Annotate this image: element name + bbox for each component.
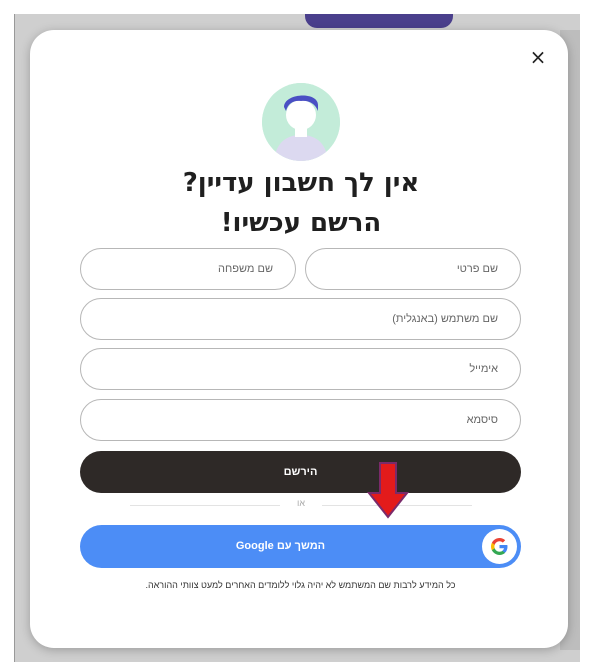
google-signin-button[interactable]: המשך עם Google xyxy=(80,525,521,568)
last-name-field[interactable] xyxy=(80,248,296,290)
first-name-field[interactable] xyxy=(305,248,521,290)
red-down-arrow-icon xyxy=(366,461,410,519)
or-label: או xyxy=(297,498,305,508)
divider-left xyxy=(130,505,280,506)
password-input[interactable] xyxy=(81,400,498,440)
privacy-note: כל המידע לרבות שם המשתמש לא יהיה גלוי לל… xyxy=(145,580,456,590)
password-field[interactable] xyxy=(80,399,521,441)
last-name-input[interactable] xyxy=(81,249,273,289)
username-input[interactable] xyxy=(81,299,498,339)
title-line-2: הרשם עכשיו! xyxy=(220,208,382,238)
email-input[interactable] xyxy=(81,349,498,389)
screen: × אין לך חשבון עדיין? הרשם עכשיו! הירשם … xyxy=(0,0,590,662)
username-field[interactable] xyxy=(80,298,521,340)
title-line-1: אין לך חשבון עדיין? xyxy=(182,168,420,198)
background-top-bar xyxy=(305,14,453,28)
register-button[interactable]: הירשם xyxy=(80,451,521,493)
avatar-icon xyxy=(262,83,340,161)
google-g-icon xyxy=(482,529,517,564)
first-name-input[interactable] xyxy=(306,249,498,289)
close-icon[interactable]: × xyxy=(527,46,549,68)
google-button-label: המשך עם Google xyxy=(235,540,326,552)
email-field[interactable] xyxy=(80,348,521,390)
